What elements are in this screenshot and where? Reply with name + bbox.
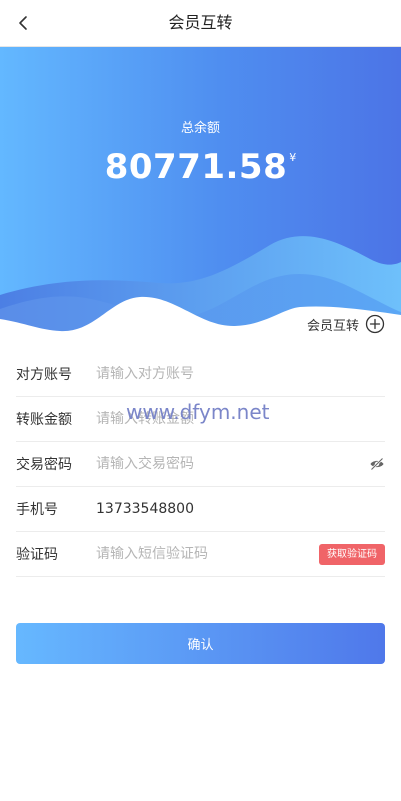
phone-row: 手机号 <box>16 487 385 532</box>
balance-banner: 总余额 80771.58 ¥ <box>0 47 401 347</box>
account-input[interactable] <box>96 366 385 382</box>
code-row: 验证码 获取验证码 <box>16 532 385 577</box>
plus-circle-icon <box>365 314 385 334</box>
wave-decoration <box>0 236 401 347</box>
eye-hidden-icon[interactable] <box>369 456 385 472</box>
code-label: 验证码 <box>16 547 58 563</box>
page: 会员互转 总余额 80771.58 ¥ 会员互转 对方账号 请输入对方账号 转账… <box>0 0 401 801</box>
password-row: 交易密码 <box>16 442 385 487</box>
balance-amount-row: 80771.58 ¥ <box>0 147 401 187</box>
page-title: 会员互转 <box>168 13 233 32</box>
account-label: 对方账号 <box>16 367 72 383</box>
currency-symbol: ¥ <box>289 151 297 164</box>
password-label: 交易密码 <box>16 457 72 473</box>
phone-label: 手机号 <box>16 502 58 518</box>
amount-input[interactable] <box>96 411 385 427</box>
member-transfer-label: 会员互转 <box>306 318 359 334</box>
transfer-form: 对方账号 转账金额 交易密码 手机号 验证码 获取验证码 <box>16 352 385 577</box>
password-input[interactable] <box>96 456 385 472</box>
confirm-button[interactable]: 确认 <box>16 623 385 664</box>
amount-row: 转账金额 <box>16 397 385 442</box>
account-row: 对方账号 <box>16 352 385 397</box>
amount-label: 转账金额 <box>16 412 72 428</box>
phone-input[interactable] <box>96 501 385 517</box>
balance-amount: 80771.58 <box>104 147 288 187</box>
navbar: 会员互转 <box>0 0 401 47</box>
member-transfer-link[interactable]: 会员互转 <box>307 313 385 335</box>
get-code-button[interactable]: 获取验证码 <box>319 544 385 565</box>
balance-label: 总余额 <box>180 121 220 136</box>
